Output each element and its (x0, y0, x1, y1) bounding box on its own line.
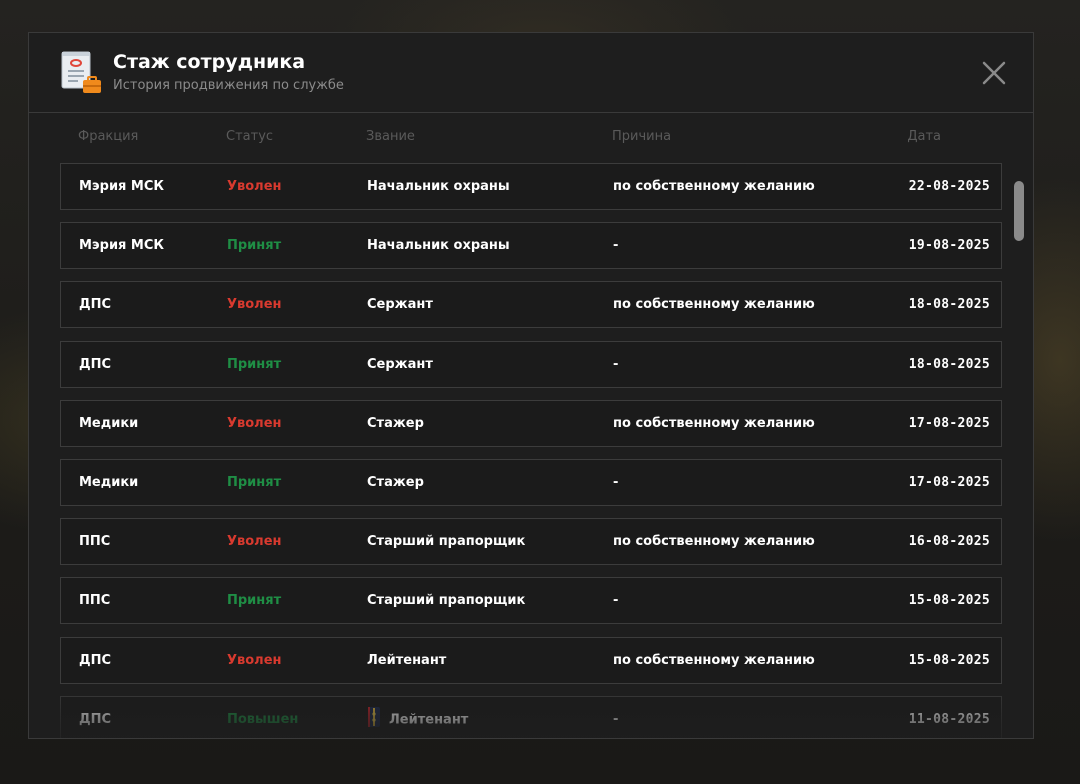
close-icon[interactable] (981, 60, 1007, 86)
table-row: Мэрия МСК Принят Начальник охраны - 19-08-20… (60, 222, 1002, 269)
history-list[interactable]: Мэрия МСК Уволен Начальник охраны по собств… (60, 163, 1003, 738)
table-row: Медики Принят Стажер - 17-08-2025 (60, 459, 1002, 506)
row-rank-label: Лейтенант (367, 653, 447, 668)
row-faction: ДПС (79, 357, 111, 372)
column-reason: Причина (612, 129, 672, 144)
column-rank: Звание (366, 129, 415, 144)
row-status: Уволен (227, 534, 282, 549)
row-date: 15-08-2025 (908, 653, 990, 668)
row-status: Принят (227, 475, 282, 490)
column-date: Дата (907, 129, 941, 144)
row-rank-label: Старший прапорщик (367, 593, 526, 608)
row-status: Уволен (227, 416, 282, 431)
row-faction: Медики (79, 416, 139, 431)
row-status: Уволен (227, 297, 282, 312)
table-row: ДПС Уволен Лейтенант по собственному желани… (60, 637, 1002, 684)
row-date: 18-08-2025 (908, 297, 990, 312)
row-rank-label: Стажер (367, 475, 424, 490)
row-faction: Медики (79, 475, 139, 490)
row-rank-label: Начальник охраны (367, 179, 510, 194)
row-date: 16-08-2025 (908, 534, 990, 549)
document-icon (61, 51, 101, 93)
row-rank: Стажер (367, 416, 424, 431)
row-faction: Мэрия МСК (79, 238, 165, 253)
table-row: ДПС Повышен Лейтенант - 11-08-2025 (60, 696, 1002, 738)
row-rank: Старший прапорщик (367, 534, 525, 549)
row-faction: ДПС (79, 712, 111, 727)
row-rank: Старший прапорщик (367, 593, 525, 608)
row-status: Принят (227, 357, 282, 372)
row-status: Принят (227, 238, 282, 253)
row-reason: по собственному желанию (613, 179, 815, 194)
row-rank-label: Стажер (367, 416, 424, 431)
row-rank: Начальник охраны (367, 238, 510, 253)
row-reason: - (613, 712, 619, 727)
rank-insignia-icon (368, 707, 380, 727)
row-rank-label: Сержант (367, 357, 433, 372)
row-date: 18-08-2025 (908, 357, 990, 372)
row-reason: по собственному желанию (613, 653, 815, 668)
employee-tenure-modal: Стаж сотрудника История продвижения по с… (28, 32, 1034, 739)
table-row: ППС Принят Старший прапорщик - 15-08-2025 (60, 577, 1002, 624)
row-reason: - (613, 357, 619, 372)
row-status: Уволен (227, 653, 282, 668)
modal-title: Стаж сотрудника (113, 51, 306, 73)
row-rank-label: Начальник охраны (367, 238, 510, 253)
row-reason: по собственному желанию (613, 534, 815, 549)
row-faction: Мэрия МСК (79, 179, 165, 194)
row-rank-label: Лейтенант (389, 712, 469, 728)
row-date: 19-08-2025 (908, 238, 990, 253)
row-date: 17-08-2025 (908, 416, 990, 431)
row-status: Повышен (227, 712, 299, 727)
row-rank: Сержант (367, 357, 433, 372)
modal-subtitle: История продвижения по службе (113, 78, 344, 93)
table-row: ДПС Принят Сержант - 18-08-2025 (60, 341, 1002, 388)
table-row: ППС Уволен Старший прапорщик по собственном… (60, 518, 1002, 565)
row-status: Принят (227, 593, 282, 608)
row-status: Уволен (227, 179, 282, 194)
row-rank: Сержант (367, 297, 433, 312)
table-row: ДПС Уволен Сержант по собственному желанию 1… (60, 281, 1002, 328)
row-faction: ППС (79, 593, 111, 608)
row-date: 15-08-2025 (908, 593, 990, 608)
row-reason: по собственному желанию (613, 416, 815, 431)
row-reason: - (613, 593, 619, 608)
row-rank-label: Старший прапорщик (367, 534, 526, 549)
scrollbar-thumb[interactable] (1014, 181, 1024, 241)
row-faction: ДПС (79, 653, 111, 668)
row-date: 17-08-2025 (908, 475, 990, 490)
row-date: 11-08-2025 (908, 712, 990, 727)
table-header: Фракция Статус Звание Причина Дата (29, 129, 1033, 149)
row-reason: - (613, 238, 619, 253)
row-reason: по собственному желанию (613, 297, 815, 312)
row-faction: ДПС (79, 297, 111, 312)
row-rank: Лейтенант (367, 653, 446, 668)
row-rank-label: Сержант (367, 297, 433, 312)
table-row: Медики Уволен Стажер по собственному желани… (60, 400, 1002, 447)
column-status: Статус (226, 129, 274, 144)
row-faction: ППС (79, 534, 111, 549)
table-row: Мэрия МСК Уволен Начальник охраны по собств… (60, 163, 1002, 210)
row-rank: Лейтенант (367, 707, 469, 728)
row-rank: Стажер (367, 475, 424, 490)
row-rank: Начальник охраны (367, 179, 510, 194)
row-date: 22-08-2025 (908, 179, 990, 194)
row-reason: - (613, 475, 619, 490)
column-faction: Фракция (78, 129, 139, 144)
modal-header: Стаж сотрудника История продвижения по с… (29, 33, 1033, 113)
